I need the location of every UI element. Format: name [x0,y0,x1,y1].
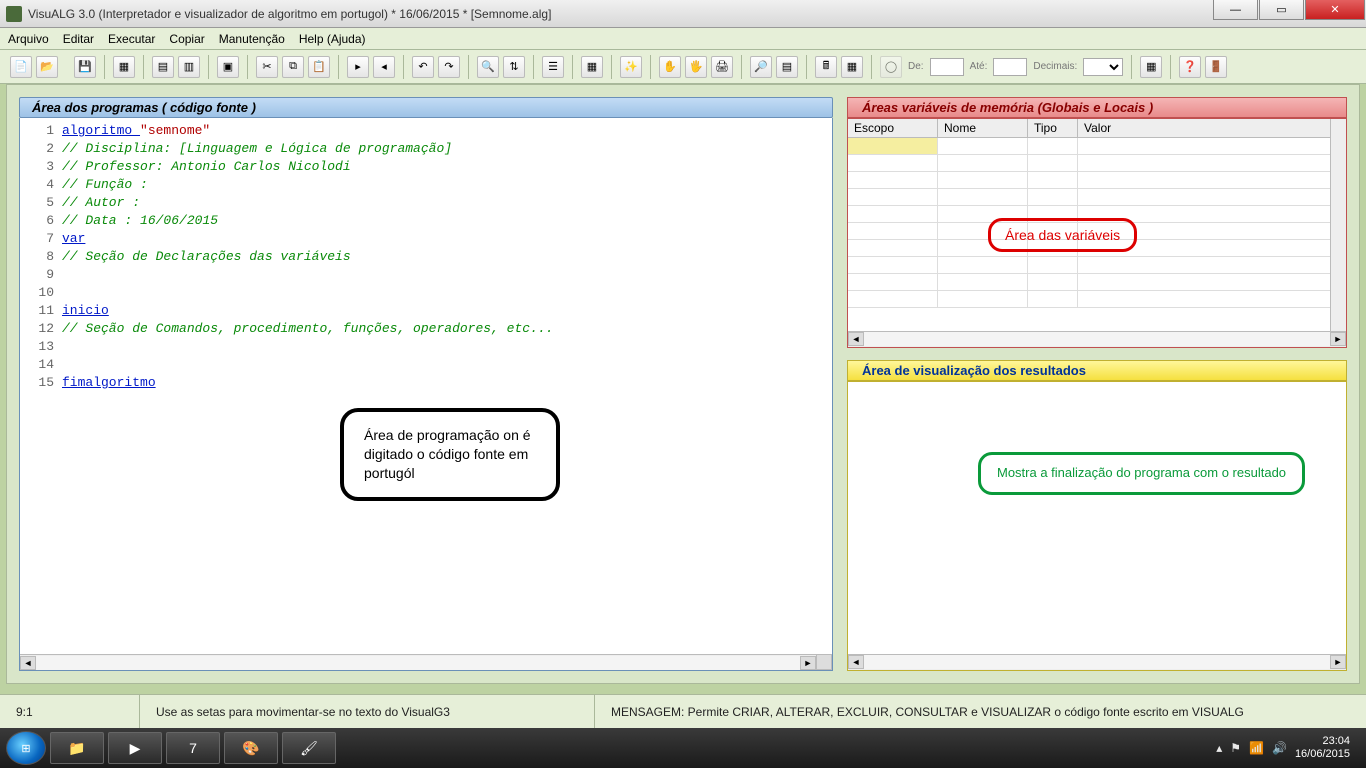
taskbar-paint-icon[interactable]: 🖌 [282,732,336,764]
vars-scrollbar-h[interactable]: ◄► [848,331,1346,347]
tray-volume-icon[interactable]: 🔊 [1272,741,1287,755]
start-button[interactable]: ⊞ [6,731,46,765]
col-nome[interactable]: Nome [938,119,1028,137]
taskbar-explorer-icon[interactable]: 📁 [50,732,104,764]
cut-icon[interactable]: ✂ [256,56,278,78]
label-de: De: [908,61,924,72]
select-decimais[interactable] [1083,58,1123,76]
code-scroll-corner [816,654,832,670]
tool-icon-5[interactable]: ▸ [347,56,369,78]
redo-icon[interactable]: ↷ [438,56,460,78]
taskbar: ⊞ 📁 ▶ 7 🎨 🖌 ▴ ⚑ 📶 🔊 23:04 16/06/2015 [0,728,1366,768]
calc-icon[interactable]: 🖩 [815,56,837,78]
close-button[interactable]: ✕ [1305,0,1365,20]
vars-panel: Escopo Nome Tipo Valor Área das [847,118,1347,348]
menu-manutencao[interactable]: Manutenção [219,32,285,46]
menu-copiar[interactable]: Copiar [169,32,204,46]
window-title: VisuALG 3.0 (Interpretador e visualizado… [28,7,1213,21]
right-column: Áreas variáveis de memória (Globais e Lo… [847,97,1347,671]
open-file-icon[interactable]: 📂 [36,56,58,78]
input-de[interactable] [930,58,964,76]
tray-flag-icon[interactable]: ⚑ [1230,741,1241,755]
vars-scrollbar-v[interactable] [1330,119,1346,331]
minimize-button[interactable]: — [1213,0,1258,20]
code-panel: Área dos programas ( código fonte ) 1alg… [19,97,833,671]
tray-chevron-icon[interactable]: ▴ [1216,741,1222,755]
tool-icon-2[interactable]: ▤ [152,56,174,78]
toolbar: 📄 📂 💾 ▦ ▤ ▥ ▣ ✂ ⧉ 📋 ▸ ◂ ↶ ↷ 🔍 ⇅ ☰ ▦ ✨ ✋ … [0,50,1366,84]
col-valor[interactable]: Valor [1078,119,1346,137]
system-tray: ▴ ⚑ 📶 🔊 23:04 16/06/2015 [1216,735,1360,761]
status-cursor-pos: 9:1 [0,695,140,728]
help-icon[interactable]: ❓ [1179,56,1201,78]
status-message: MENSAGEM: Permite CRIAR, ALTERAR, EXCLUI… [595,695,1366,728]
menu-editar[interactable]: Editar [63,32,94,46]
app-icon [6,6,22,22]
vars-grid[interactable]: Área das variáveis [848,138,1346,313]
print-icon[interactable]: 🖨 [711,56,733,78]
tool-icon-10[interactable]: ✨ [620,56,642,78]
tray-network-icon[interactable]: 📶 [1249,741,1264,755]
tool-icon-15[interactable]: ▦ [1140,56,1162,78]
results-panel-wrapper: Área de visualização dos resultados Most… [847,360,1347,671]
code-panel-title: Área dos programas ( código fonte ) [19,97,833,118]
copy-icon[interactable]: ⧉ [282,56,304,78]
tool-icon-14: ◯ [880,56,902,78]
menu-arquivo[interactable]: Arquivo [8,32,49,46]
workspace: Área dos programas ( código fonte ) 1alg… [6,84,1360,684]
taskbar-app2-icon[interactable]: 🎨 [224,732,278,764]
tool-icon-3[interactable]: ▥ [178,56,200,78]
undo-icon[interactable]: ↶ [412,56,434,78]
results-panel-title: Área de visualização dos resultados [847,360,1347,381]
results-scrollbar-h[interactable]: ◄► [848,654,1346,670]
exit-icon[interactable]: 🚪 [1205,56,1227,78]
code-editor[interactable]: 1algoritmo "semnome"2// Disciplina: [Lin… [19,118,833,671]
taskbar-app1-icon[interactable]: 7 [166,732,220,764]
new-file-icon[interactable]: 📄 [10,56,32,78]
taskbar-media-icon[interactable]: ▶ [108,732,162,764]
annotation-results: Mostra a finalização do programa com o r… [978,452,1305,495]
input-ate[interactable] [993,58,1027,76]
maximize-button[interactable]: ▭ [1259,0,1304,20]
tray-date: 16/06/2015 [1295,748,1350,761]
tray-clock[interactable]: 23:04 16/06/2015 [1295,735,1350,761]
vars-panel-wrapper: Áreas variáveis de memória (Globais e Lo… [847,97,1347,348]
find-icon[interactable]: 🔍 [477,56,499,78]
vars-header: Escopo Nome Tipo Valor [848,119,1346,138]
zoom-icon[interactable]: 🔎 [750,56,772,78]
tool-icon-1[interactable]: ▦ [113,56,135,78]
vars-panel-title: Áreas variáveis de memória (Globais e Lo… [847,97,1347,118]
tool-icon-13[interactable]: ▦ [841,56,863,78]
menu-help[interactable]: Help (Ajuda) [299,32,366,46]
tool-icon-9[interactable]: ▦ [581,56,603,78]
save-icon[interactable]: 💾 [74,56,96,78]
label-ate: Até: [970,61,988,72]
code-scrollbar-h[interactable]: ◄► [20,654,816,670]
menu-executar[interactable]: Executar [108,32,155,46]
tray-time: 23:04 [1295,735,1350,748]
paste-icon[interactable]: 📋 [308,56,330,78]
statusbar: 9:1 Use as setas para movimentar-se no t… [0,694,1366,728]
tool-icon-4[interactable]: ▣ [217,56,239,78]
hand-icon[interactable]: ✋ [659,56,681,78]
status-hint: Use as setas para movimentar-se no texto… [140,695,595,728]
col-tipo[interactable]: Tipo [1028,119,1078,137]
tool-icon-8[interactable]: ☰ [542,56,564,78]
label-decimais: Decimais: [1033,61,1077,72]
tool-icon-11[interactable]: 🖐 [685,56,707,78]
annotation-code: Área de programação on é digitado o códi… [340,408,560,501]
tool-icon-6[interactable]: ◂ [373,56,395,78]
menubar: Arquivo Editar Executar Copiar Manutençã… [0,28,1366,50]
window-titlebar: VisuALG 3.0 (Interpretador e visualizado… [0,0,1366,28]
tool-icon-12[interactable]: ▤ [776,56,798,78]
col-escopo[interactable]: Escopo [848,119,938,137]
annotation-vars: Área das variáveis [988,218,1137,252]
tool-icon-7[interactable]: ⇅ [503,56,525,78]
results-panel: Mostra a finalização do programa com o r… [847,381,1347,671]
